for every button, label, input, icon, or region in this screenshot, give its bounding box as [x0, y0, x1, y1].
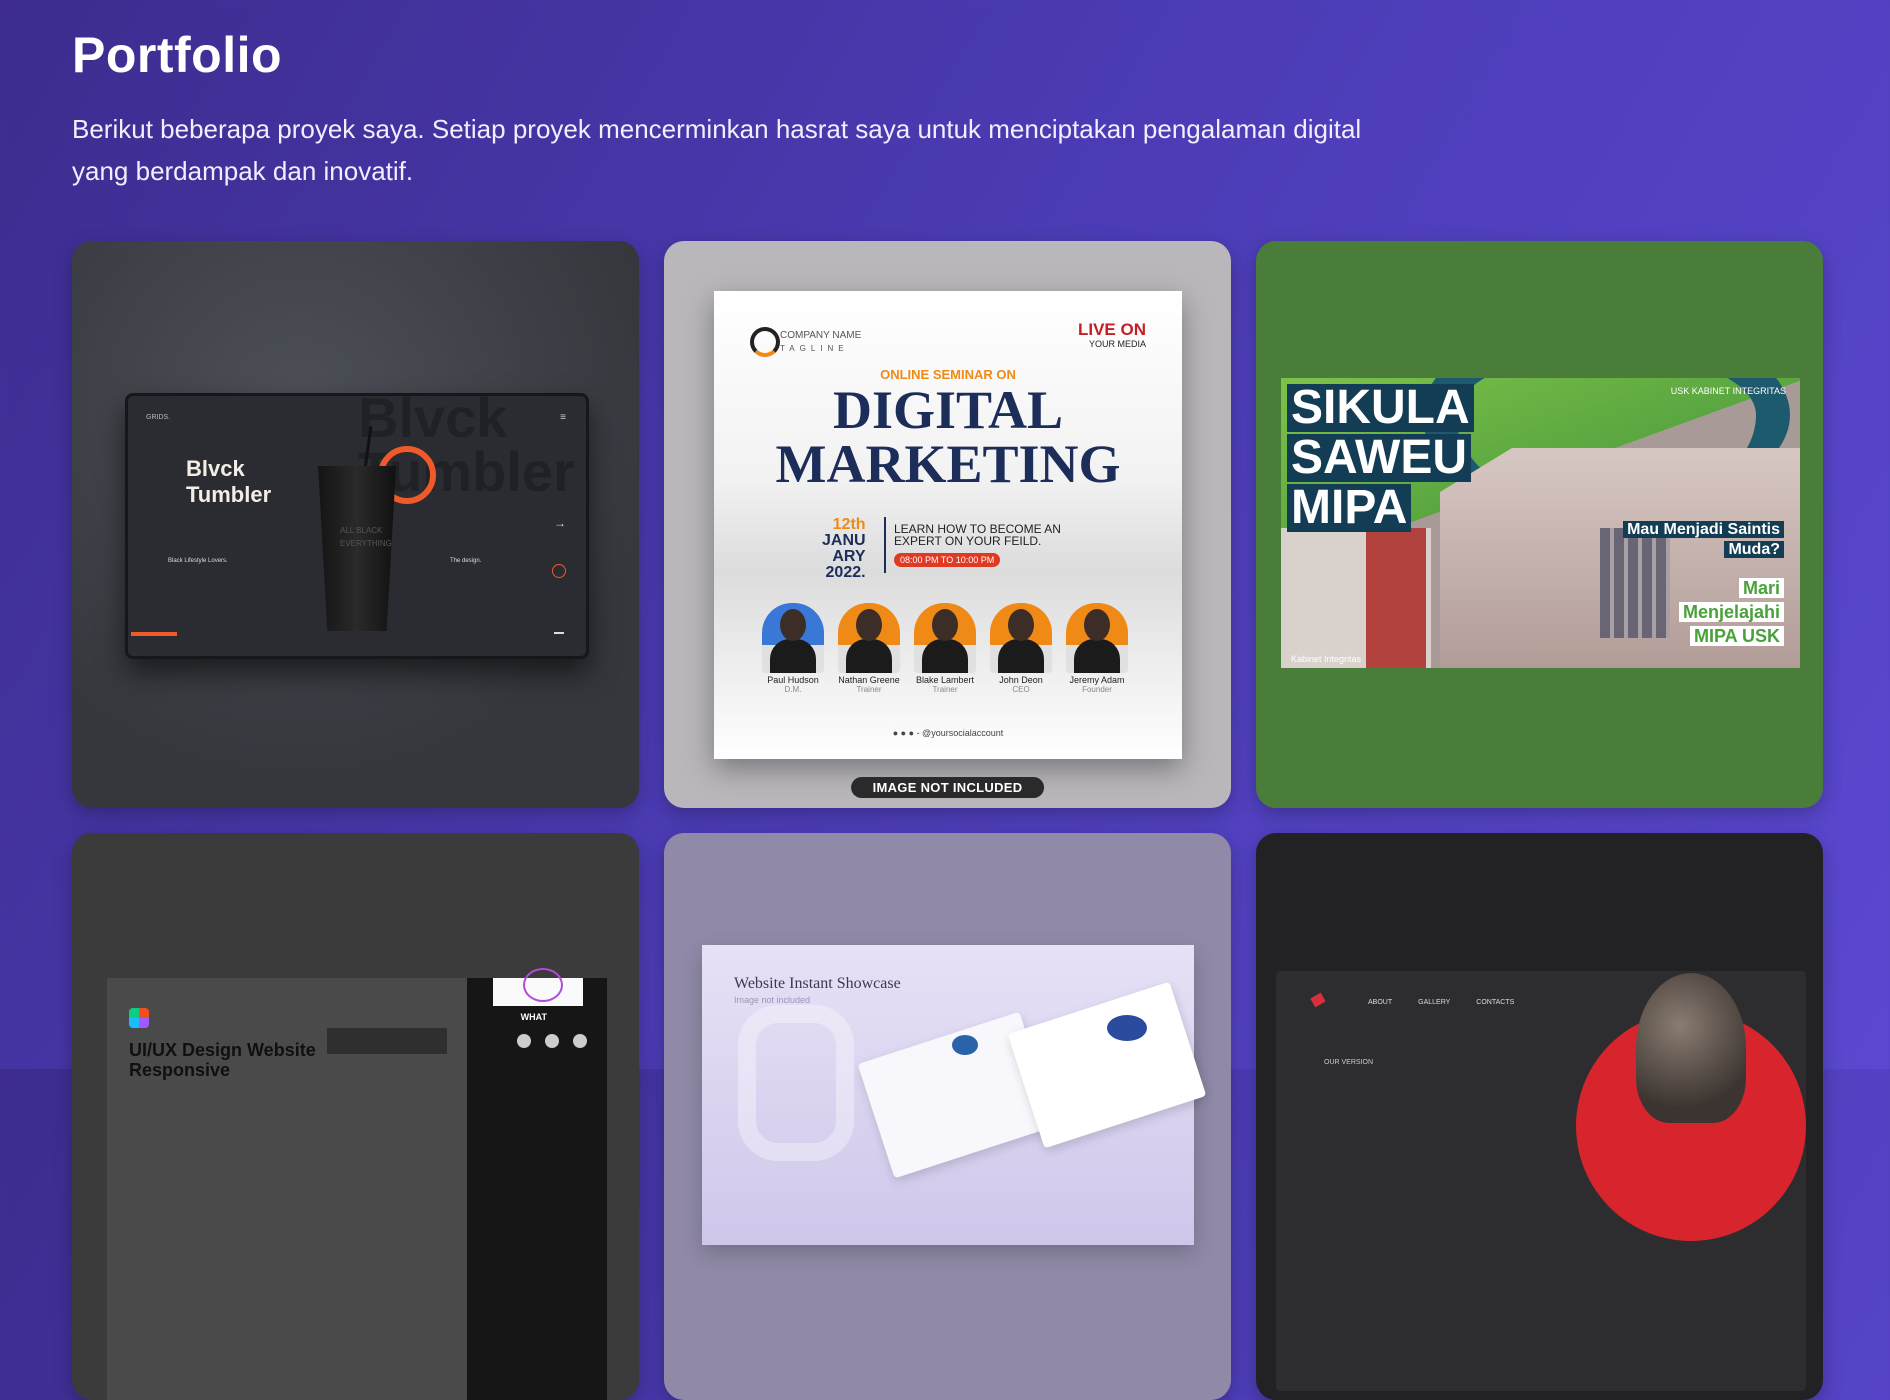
speaker-name: Nathan Greene	[838, 675, 900, 685]
live-label: LIVE ON YOUR MEDIA	[1078, 321, 1146, 351]
screen-image-2	[1107, 1015, 1147, 1041]
nav-gallery: GALLERY	[1418, 999, 1451, 1006]
footer-label: Kabinet Integritas	[1291, 654, 1362, 664]
company-logo-icon	[750, 327, 780, 357]
menu-icon: ≡	[560, 412, 566, 423]
question-text: Mau Menjadi Saintis Muda?	[1623, 520, 1784, 560]
speaker-name: Blake Lambert	[915, 675, 975, 685]
speakers-row: Paul Hudson D.M. Nathan Greene Trainer B…	[760, 603, 1130, 694]
speaker-photo	[762, 603, 824, 673]
project-card-blvck-tumbler[interactable]: Blvck Tumbler GRIDS. ≡ Blvck Tumbler ALL…	[72, 241, 639, 808]
date-year: 2022.	[825, 564, 866, 581]
social-icons: ● ● ●	[892, 728, 915, 738]
poster-title: DIGITAL MARKETING	[714, 383, 1182, 491]
social-text: - @yoursocialaccount	[916, 728, 1004, 738]
poster-title-line2: MARKETING	[775, 434, 1121, 494]
speaker-name: John Deon	[999, 675, 1043, 685]
date-month-1: JANU	[822, 532, 866, 549]
cta-line1: Mari	[1738, 578, 1784, 598]
project-thumbnail: ABOUT GALLERY CONTACTS OUR VERSION	[1276, 971, 1806, 1391]
project-thumbnail: Blvck Tumbler GRIDS. ≡ Blvck Tumbler ALL…	[125, 390, 589, 659]
play-icon	[552, 564, 566, 578]
image-not-included-badge: IMAGE NOT INCLUDED	[850, 777, 1045, 798]
arrow-right-icon: →	[554, 516, 566, 530]
progress-bar	[131, 632, 177, 636]
project-card-website-instant-showcase[interactable]: Website Instant Showcase Image not inclu…	[664, 833, 1231, 1400]
brick-building	[1281, 528, 1431, 668]
project-card-statue-website[interactable]: ABOUT GALLERY CONTACTS OUR VERSION	[1256, 833, 1823, 1400]
tagline-label: TAGLINE	[780, 344, 849, 353]
speaker-name: Paul Hudson	[767, 675, 819, 685]
page-description: Berikut beberapa proyek saya. Setiap pro…	[72, 114, 1362, 186]
divider	[884, 517, 886, 573]
poster-title-line1: DIGITAL	[832, 380, 1064, 440]
brand-label: GRIDS.	[146, 414, 171, 421]
decorative-shape	[738, 1005, 854, 1161]
question-line1: Mau Menjadi Saintis	[1623, 521, 1784, 538]
project-card-uiux-design-website[interactable]: WHAT UI/UX Design Website Responsive	[72, 833, 639, 1400]
live-sub-text: YOUR MEDIA	[1088, 339, 1146, 349]
cta-text: Mari Menjelajahi MIPA USK	[1678, 576, 1784, 648]
question-line2: Muda?	[1724, 541, 1784, 558]
mockup-title: Website Instant Showcase	[734, 975, 901, 992]
learn-text: LEARN HOW TO BECOME AN EXPERT ON YOUR FE…	[894, 522, 1061, 548]
cta-line3: MIPA USK	[1689, 626, 1784, 646]
circle-decoration	[523, 968, 563, 1002]
screen-mockup-2	[1007, 981, 1207, 1149]
preview-heading: WHAT	[520, 1012, 547, 1022]
speaker-role: Founder	[1082, 685, 1112, 694]
event-date: 12th JANU ARY 2022.	[822, 517, 866, 581]
left-caption: Black Lifestyle Lovers.	[168, 558, 228, 564]
mockup-title: UI/UX Design Website Responsive	[129, 1040, 316, 1080]
mockup-heading: Blvck Tumbler	[186, 456, 272, 507]
speaker-role: Trainer	[932, 685, 958, 694]
speaker-role: CEO	[1012, 685, 1030, 694]
site-logo-icon	[1310, 992, 1326, 1008]
right-caption: The design.	[450, 558, 482, 564]
institution-logos: USK KABINET INTEGRITAS	[1670, 386, 1786, 396]
version-label: OUR VERSION	[1324, 1059, 1374, 1066]
page-title: Portfolio	[72, 27, 283, 83]
poster-heading: SIKULA SAWEU MIPA	[1287, 384, 1474, 534]
project-thumbnail: WHAT UI/UX Design Website Responsive	[107, 968, 607, 1400]
heading-line2: SAWEU	[1287, 434, 1472, 482]
speaker: Jeremy Adam Founder	[1064, 603, 1130, 694]
speaker: Paul Hudson D.M.	[760, 603, 826, 694]
company-label: COMPANY NAME	[780, 330, 862, 341]
speaker-photo	[838, 603, 900, 673]
project-grid: Blvck Tumbler GRIDS. ≡ Blvck Tumbler ALL…	[72, 241, 1823, 1400]
speaker: John Deon CEO	[988, 603, 1054, 694]
date-month-2: ARY	[832, 548, 866, 565]
project-thumbnail: SIKULA SAWEU MIPA USK KABINET INTEGRITAS…	[1281, 378, 1800, 668]
screen-image-1	[952, 1035, 978, 1055]
nav-about: ABOUT	[1368, 999, 1393, 1006]
preview-avatars	[517, 1034, 587, 1048]
speaker-role: Trainer	[856, 685, 882, 694]
heading-line1: SIKULA	[1287, 384, 1474, 432]
nav-contacts: CONTACTS	[1476, 999, 1515, 1006]
social-handle: ● ● ● - @yoursocialaccount	[714, 728, 1182, 738]
heading-line3: MIPA	[1287, 484, 1412, 532]
project-card-sikula-saweu-mipa[interactable]: SIKULA SAWEU MIPA USK KABINET INTEGRITAS…	[1256, 241, 1823, 808]
time-badge: 08:00 PM TO 10:00 PM	[894, 553, 1001, 567]
figma-icon	[129, 1008, 149, 1028]
cta-line2: Menjelajahi	[1678, 602, 1784, 622]
project-thumbnail: COMPANY NAME TAGLINE LIVE ON YOUR MEDIA …	[714, 291, 1182, 759]
speaker-name: Jeremy Adam	[1069, 675, 1125, 685]
company-name: COMPANY NAME TAGLINE	[780, 329, 861, 355]
speaker: Nathan Greene Trainer	[836, 603, 902, 694]
speaker: Blake Lambert Trainer	[912, 603, 978, 694]
statue-image	[1636, 973, 1746, 1123]
mockup-nav: ABOUT GALLERY CONTACTS	[1368, 999, 1514, 1006]
project-card-digital-marketing[interactable]: COMPANY NAME TAGLINE LIVE ON YOUR MEDIA …	[664, 241, 1231, 808]
tumbler-text: ALL BLACK EVERYTHING	[340, 526, 392, 548]
project-thumbnail: Website Instant Showcase Image not inclu…	[702, 945, 1207, 1245]
speaker-photo	[990, 603, 1052, 673]
speaker-photo	[1066, 603, 1128, 673]
date-day: 12th	[832, 516, 866, 533]
speaker-role: D.M.	[784, 685, 802, 694]
dash-icon	[554, 632, 564, 634]
speaker-photo	[914, 603, 976, 673]
mockup-subtitle: Image not included	[734, 995, 811, 1005]
